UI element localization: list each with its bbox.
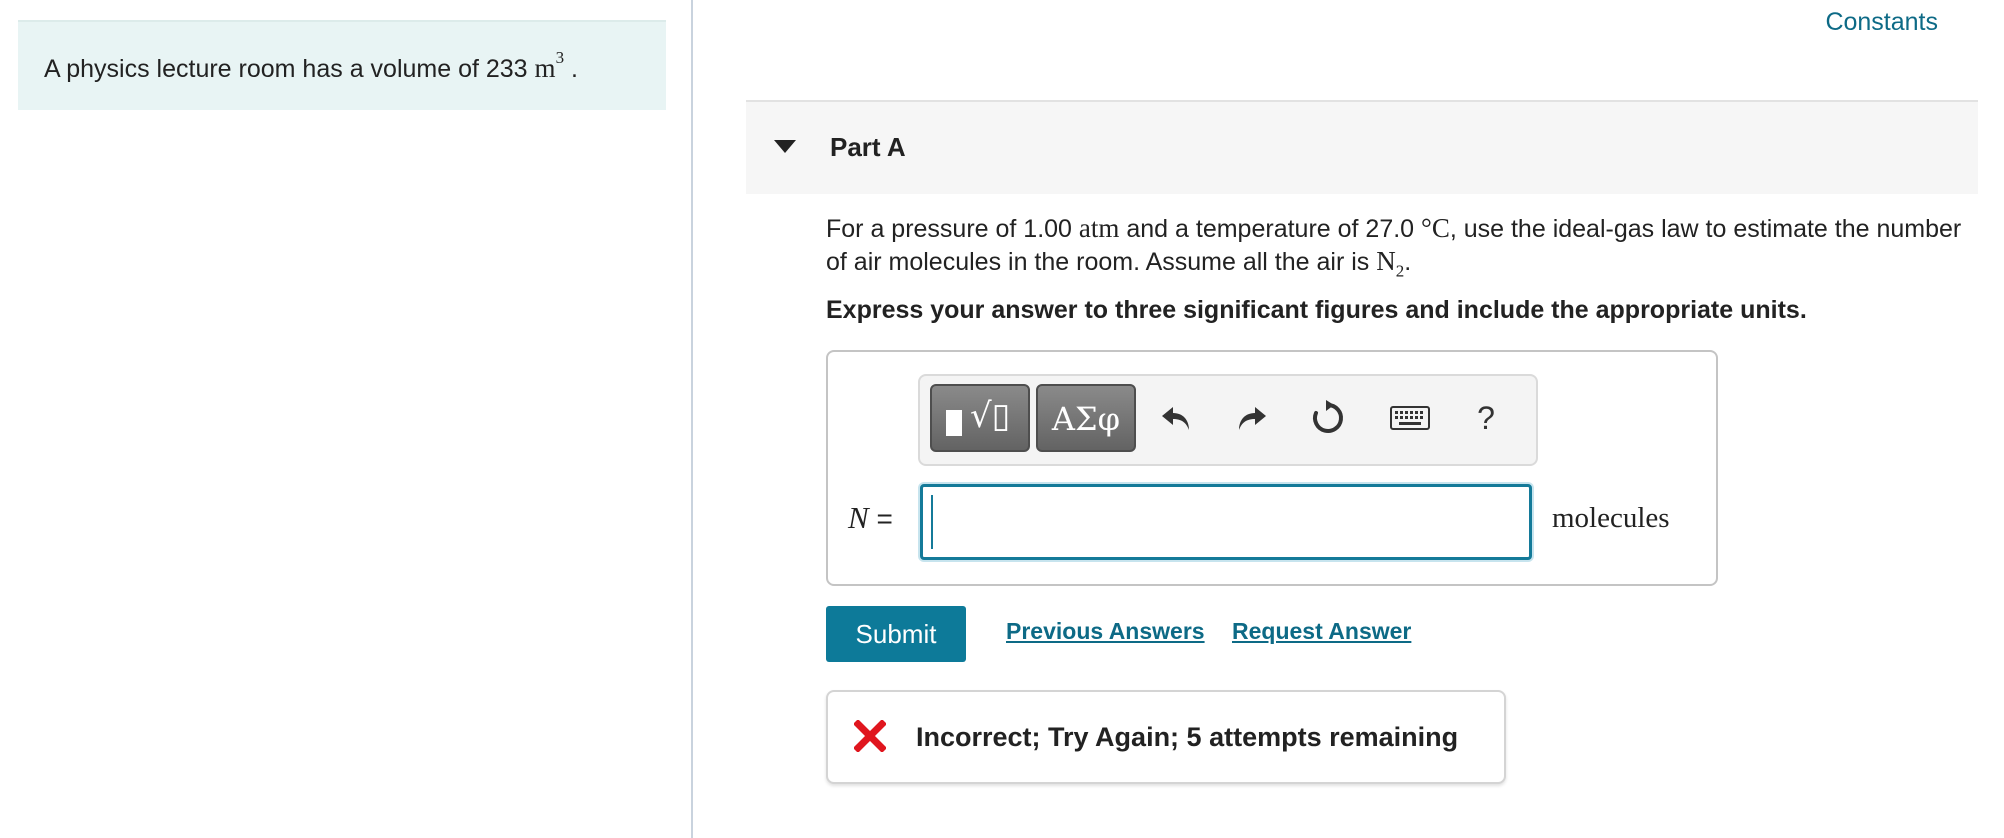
panel-divider bbox=[691, 0, 693, 838]
answer-box: √▯ ΑΣφ ? N = molecules bbox=[826, 350, 1718, 586]
help-button[interactable]: ? bbox=[1462, 394, 1510, 442]
feedback-message: Incorrect; Try Again; 5 attempts remaini… bbox=[916, 722, 1459, 752]
greek-symbols-label: ΑΣφ bbox=[1051, 400, 1121, 438]
nitrogen-formula: N2 bbox=[1376, 246, 1405, 281]
feedback-panel: Incorrect; Try Again; 5 attempts remaini… bbox=[826, 690, 1506, 784]
math-toolbar: √▯ ΑΣφ ? bbox=[918, 374, 1538, 466]
previous-answers-link[interactable]: Previous Answers bbox=[1006, 618, 1205, 645]
templates-button[interactable]: √▯ bbox=[930, 384, 1030, 452]
answer-unit: molecules bbox=[1552, 502, 1670, 534]
problem-statement: A physics lecture room has a volume of 2… bbox=[18, 20, 666, 110]
keyboard-icon[interactable] bbox=[1386, 394, 1434, 442]
question-text: For a pressure of 1.00 atm and a tempera… bbox=[826, 213, 1962, 281]
templates-icon bbox=[946, 410, 962, 436]
problem-text: A physics lecture room has a volume of 2… bbox=[44, 55, 528, 83]
pressure-unit: atm bbox=[1078, 213, 1120, 243]
answer-input[interactable] bbox=[920, 484, 1532, 560]
answer-instructions: Express your answer to three significant… bbox=[826, 296, 1807, 324]
redo-icon[interactable] bbox=[1228, 394, 1276, 442]
unit-exponent: 3 bbox=[555, 48, 565, 67]
variable-label: N = bbox=[848, 500, 893, 536]
submit-button[interactable]: Submit bbox=[826, 606, 966, 662]
radical-icon: √▯ bbox=[970, 396, 1011, 436]
constants-link[interactable]: Constants bbox=[1825, 8, 1938, 37]
problem-unit: m3 bbox=[534, 48, 565, 83]
incorrect-x-icon bbox=[854, 720, 886, 752]
equals-sign: = bbox=[876, 503, 893, 534]
temperature-unit: °C bbox=[1421, 213, 1450, 243]
problem-period: . bbox=[571, 55, 578, 83]
request-answer-link[interactable]: Request Answer bbox=[1232, 618, 1411, 645]
text-cursor bbox=[931, 495, 933, 549]
part-a-header[interactable]: Part A bbox=[746, 102, 1978, 194]
undo-icon[interactable] bbox=[1152, 394, 1200, 442]
greek-symbols-button[interactable]: ΑΣφ bbox=[1036, 384, 1136, 452]
reset-icon[interactable] bbox=[1304, 394, 1352, 442]
part-title: Part A bbox=[830, 132, 906, 162]
collapse-caret-icon[interactable] bbox=[774, 140, 796, 153]
variable-symbol: N bbox=[848, 500, 869, 535]
